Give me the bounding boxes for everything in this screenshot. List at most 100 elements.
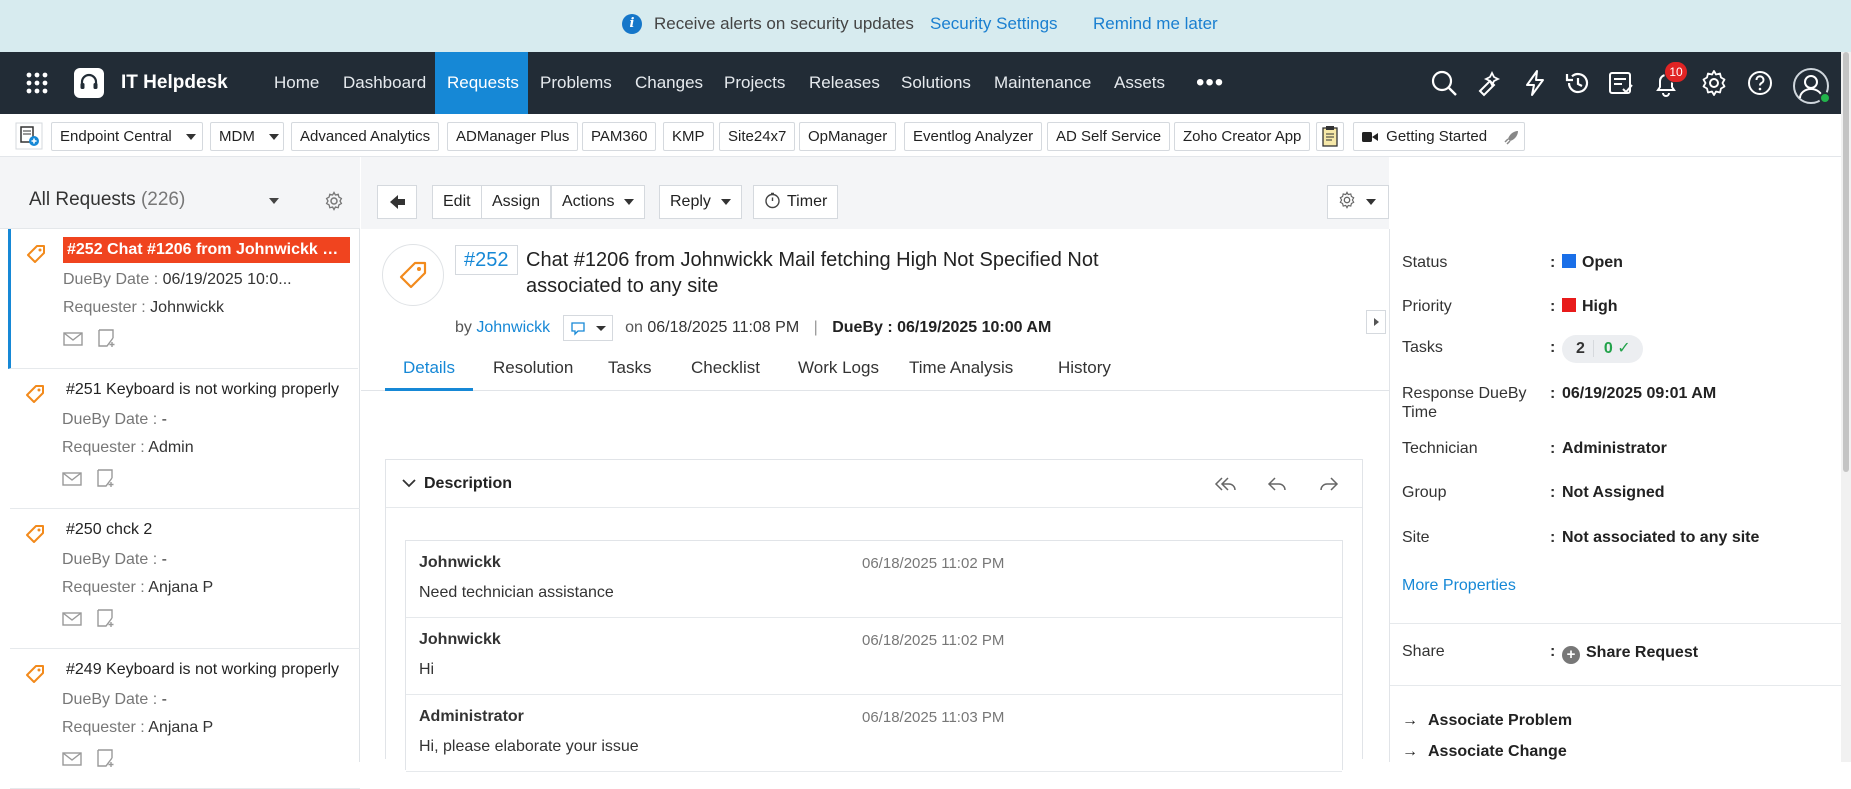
tab-checklist[interactable]: Checklist: [673, 349, 778, 391]
tab-details[interactable]: Details: [385, 349, 473, 391]
edit-button[interactable]: Edit: [432, 185, 482, 219]
zoho-creator-app-button[interactable]: Zoho Creator App: [1174, 122, 1311, 151]
actions-dropdown[interactable]: Actions: [551, 185, 646, 219]
associate-change-link[interactable]: → Associate Change: [1402, 743, 1567, 761]
list-item-title[interactable]: #251 Keyboard is not working properly: [62, 377, 349, 403]
status-value[interactable]: Open: [1562, 254, 1623, 272]
requester-link[interactable]: Johnwickk: [476, 319, 550, 336]
request-action-bar: Edit Assign Actions Reply Timer: [361, 157, 1389, 229]
page-scrollbar[interactable]: [1841, 52, 1851, 762]
lightning-icon[interactable]: [1521, 69, 1549, 97]
endpoint-central-dropdown[interactable]: Endpoint Central: [51, 122, 203, 151]
dueby-label: DueBy Date :: [63, 271, 159, 288]
scrollbar-thumb[interactable]: [1843, 52, 1849, 472]
app-grid-icon[interactable]: [26, 72, 48, 94]
chevron-down-icon[interactable]: [402, 478, 416, 488]
mail-icon[interactable]: [62, 611, 82, 627]
add-note-icon[interactable]: [96, 608, 116, 628]
mail-icon[interactable]: [62, 471, 82, 487]
eventlog-analyzer-button[interactable]: Eventlog Analyzer: [904, 122, 1043, 151]
pam360-button[interactable]: PAM360: [582, 122, 657, 151]
forward-icon[interactable]: [1317, 473, 1341, 495]
list-item[interactable]: #250 chck 2 DueBy Date : - Requester : A…: [10, 509, 360, 649]
clipboard-icon[interactable]: [1316, 122, 1344, 151]
request-view-selector[interactable]: All Requests (226): [29, 189, 185, 211]
tab-history[interactable]: History: [1040, 349, 1129, 391]
assign-button[interactable]: Assign: [481, 185, 552, 219]
list-item-title[interactable]: #249 Keyboard is not working properly: [62, 657, 349, 683]
opmanager-button[interactable]: OpManager: [799, 122, 897, 151]
dueby-value: -: [161, 411, 167, 428]
nav-solutions[interactable]: Solutions: [889, 52, 983, 114]
user-avatar[interactable]: [1793, 68, 1831, 104]
quick-create-icon[interactable]: [1476, 69, 1504, 97]
more-properties-link[interactable]: More Properties: [1402, 577, 1516, 595]
settings-gear-icon[interactable]: [1700, 69, 1728, 97]
reply-all-icon[interactable]: [1213, 473, 1237, 495]
new-request-icon[interactable]: [15, 122, 43, 150]
add-note-icon[interactable]: [97, 328, 117, 348]
more-nav-icon[interactable]: •••: [1196, 71, 1224, 95]
nav-releases[interactable]: Releases: [797, 52, 892, 114]
kmp-button[interactable]: KMP: [663, 122, 714, 151]
tasks-label: Tasks: [1402, 339, 1443, 356]
technician-value[interactable]: Administrator: [1562, 440, 1667, 458]
search-icon[interactable]: [1430, 69, 1458, 97]
view-dropdown-caret-icon[interactable]: [269, 198, 279, 204]
nav-problems[interactable]: Problems: [528, 52, 624, 114]
security-settings-link[interactable]: Security Settings: [930, 14, 1058, 34]
mdm-dropdown[interactable]: MDM: [210, 122, 284, 151]
list-item[interactable]: #252 Chat #1206 from Johnwickk Mail fetc…: [8, 229, 358, 369]
back-arrow-icon[interactable]: [377, 185, 417, 219]
nav-changes[interactable]: Changes: [623, 52, 715, 114]
priority-value[interactable]: High: [1562, 298, 1618, 316]
ticket-tag-icon: [26, 385, 44, 403]
tab-time-analysis[interactable]: Time Analysis: [891, 349, 1031, 391]
tasks-list-icon[interactable]: [1607, 69, 1635, 97]
admanager-plus-button[interactable]: ADManager Plus: [447, 122, 579, 151]
ad-self-service-button[interactable]: AD Self Service: [1047, 122, 1171, 151]
nav-projects[interactable]: Projects: [712, 52, 797, 114]
list-settings-gear-icon[interactable]: [324, 191, 344, 211]
site24x7-button[interactable]: Site24x7: [719, 122, 796, 151]
history-icon[interactable]: [1564, 69, 1592, 97]
request-list-pane: All Requests (226) #252 Chat #1206 from …: [0, 157, 360, 789]
add-note-icon[interactable]: [96, 748, 116, 768]
mail-icon[interactable]: [63, 331, 83, 347]
message-author: Administrator: [419, 708, 524, 725]
group-value[interactable]: Not Assigned: [1562, 484, 1665, 502]
detail-settings-dropdown[interactable]: [1327, 185, 1389, 219]
message-time: 06/18/2025 11:02 PM: [862, 632, 1005, 649]
timer-button[interactable]: Timer: [753, 185, 839, 219]
nav-maintenance[interactable]: Maintenance: [982, 52, 1103, 114]
collapse-panel-icon[interactable]: [1366, 310, 1386, 334]
chat-message: Johnwickk 06/18/2025 11:02 PM Need techn…: [406, 541, 1342, 618]
remind-later-link[interactable]: Remind me later: [1093, 14, 1218, 34]
mail-icon[interactable]: [62, 751, 82, 767]
tab-tasks[interactable]: Tasks: [590, 349, 669, 391]
site-value[interactable]: Not associated to any site: [1562, 529, 1759, 547]
nav-requests[interactable]: Requests: [435, 52, 528, 114]
associate-problem-link[interactable]: → Associate Problem: [1402, 712, 1572, 730]
getting-started-button[interactable]: Getting Started: [1353, 122, 1525, 151]
reply-dropdown[interactable]: Reply: [659, 185, 742, 219]
nav-dashboard[interactable]: Dashboard: [331, 52, 438, 114]
list-item[interactable]: #251 Keyboard is not working properly Du…: [10, 369, 360, 509]
tasks-summary[interactable]: 20 ✓: [1562, 335, 1643, 363]
nav-home[interactable]: Home: [262, 52, 331, 114]
conversation-dropdown[interactable]: [562, 315, 613, 341]
dueby-value: -: [161, 551, 167, 568]
list-item[interactable]: #249 Keyboard is not working properly Du…: [10, 649, 360, 789]
advanced-analytics-button[interactable]: Advanced Analytics: [291, 122, 440, 151]
gear-icon: [1339, 191, 1355, 209]
list-item-title[interactable]: #250 chck 2: [62, 517, 349, 543]
list-item-title[interactable]: #252 Chat #1206 from Johnwickk Mail fetc…: [63, 237, 350, 263]
share-request-button[interactable]: + Share Request: [1562, 644, 1698, 664]
add-note-icon[interactable]: [96, 468, 116, 488]
tab-work-logs[interactable]: Work Logs: [780, 349, 897, 391]
tab-resolution[interactable]: Resolution: [475, 349, 591, 391]
reply-icon[interactable]: [1265, 473, 1289, 495]
help-icon[interactable]: [1746, 69, 1774, 97]
requester-label: Requester :: [62, 579, 145, 596]
nav-assets[interactable]: Assets: [1102, 52, 1177, 114]
